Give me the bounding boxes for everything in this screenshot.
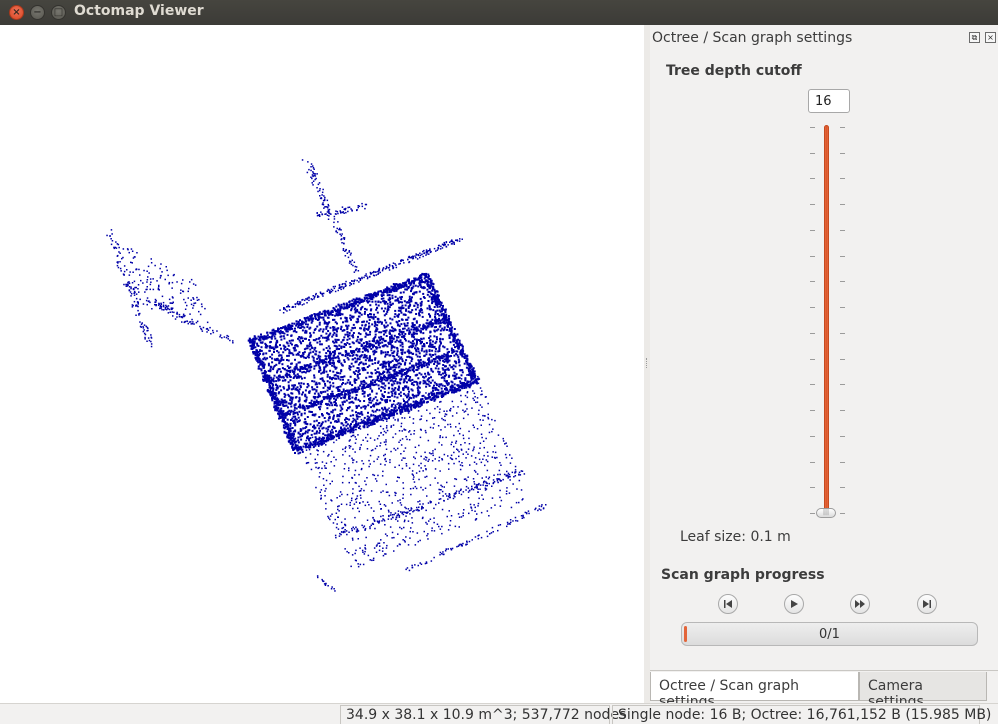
dock-title: Octree / Scan graph settings	[652, 30, 852, 46]
status-memory: Single node: 16 B; Octree: 16,761,152 B …	[612, 705, 980, 724]
dock-close-button[interactable]: ×	[985, 32, 996, 43]
slider-tick	[810, 410, 815, 411]
slider-tick	[810, 384, 815, 385]
slider-tick	[840, 384, 845, 385]
title-bar: × − □ Octomap Viewer	[0, 0, 998, 25]
slider-tick	[840, 513, 845, 514]
scan-progress-bar: 0/1	[681, 622, 978, 646]
slider-tick	[840, 281, 845, 282]
slider-tick	[810, 230, 815, 231]
slider-tick	[810, 204, 815, 205]
maximize-icon: □	[54, 8, 63, 18]
splitter-grip[interactable]	[646, 358, 648, 368]
slider-groove[interactable]	[824, 125, 829, 515]
progress-text: 0/1	[682, 627, 977, 642]
tab-octree-settings[interactable]: Octree / Scan graph settings	[650, 672, 859, 701]
slider-tick	[810, 333, 815, 334]
play-button[interactable]	[784, 594, 804, 614]
slider-tick	[840, 230, 845, 231]
window-close-button[interactable]: ×	[9, 5, 24, 20]
dock-float-button[interactable]: ⧉	[969, 32, 980, 43]
last-scan-button[interactable]	[917, 594, 937, 614]
slider-tick	[840, 462, 845, 463]
slider-tick	[840, 204, 845, 205]
slider-tick	[810, 436, 815, 437]
settings-dock: Octree / Scan graph settings ⧉ × Tree de…	[650, 25, 998, 703]
slider-tick	[810, 256, 815, 257]
play-icon	[788, 598, 800, 610]
slider-handle[interactable]: |||	[816, 508, 836, 518]
slider-tick	[810, 127, 815, 128]
float-icon: ⧉	[972, 33, 978, 42]
minimize-icon: −	[33, 8, 41, 18]
slider-tick	[840, 178, 845, 179]
first-icon	[722, 598, 734, 610]
slider-tick	[840, 127, 845, 128]
slider-tick	[810, 281, 815, 282]
slider-tick	[810, 462, 815, 463]
slider-tick	[810, 153, 815, 154]
slider-tick	[840, 153, 845, 154]
last-icon	[921, 598, 933, 610]
window-title: Octomap Viewer	[74, 3, 204, 19]
slider-tick	[810, 513, 815, 514]
slider-tick	[810, 487, 815, 488]
octomap-3d-view[interactable]	[0, 25, 644, 703]
dock-tab-bar: Octree / Scan graph settings Camera sett…	[650, 670, 998, 703]
slider-tick	[840, 436, 845, 437]
status-dimensions: 34.9 x 38.1 x 10.9 m^3; 537,772 nodes	[340, 705, 610, 724]
point-cloud	[0, 25, 644, 703]
tree-depth-label: Tree depth cutoff	[666, 63, 802, 79]
slider-tick	[840, 410, 845, 411]
slider-tick	[840, 256, 845, 257]
tree-depth-slider[interactable]: |||	[800, 123, 860, 523]
tab-camera-settings[interactable]: Camera settings	[859, 672, 987, 701]
slider-tick	[840, 359, 845, 360]
next-scan-button[interactable]	[850, 594, 870, 614]
slider-tick	[810, 359, 815, 360]
scan-graph-progress-label: Scan graph progress	[661, 567, 825, 583]
status-bar: 34.9 x 38.1 x 10.9 m^3; 537,772 nodes Si…	[0, 703, 998, 723]
leaf-size-label: Leaf size: 0.1 m	[680, 529, 791, 545]
first-scan-button[interactable]	[718, 594, 738, 614]
window-maximize-button[interactable]: □	[51, 5, 66, 20]
slider-tick	[810, 178, 815, 179]
close-icon: ×	[987, 33, 994, 42]
slider-tick	[840, 307, 845, 308]
tree-depth-spinbox[interactable]: 16	[808, 89, 850, 113]
slider-tick	[840, 487, 845, 488]
next-icon	[854, 598, 866, 610]
slider-tick	[840, 333, 845, 334]
slider-tick	[810, 307, 815, 308]
window-minimize-button[interactable]: −	[30, 5, 45, 20]
close-icon: ×	[12, 8, 20, 18]
